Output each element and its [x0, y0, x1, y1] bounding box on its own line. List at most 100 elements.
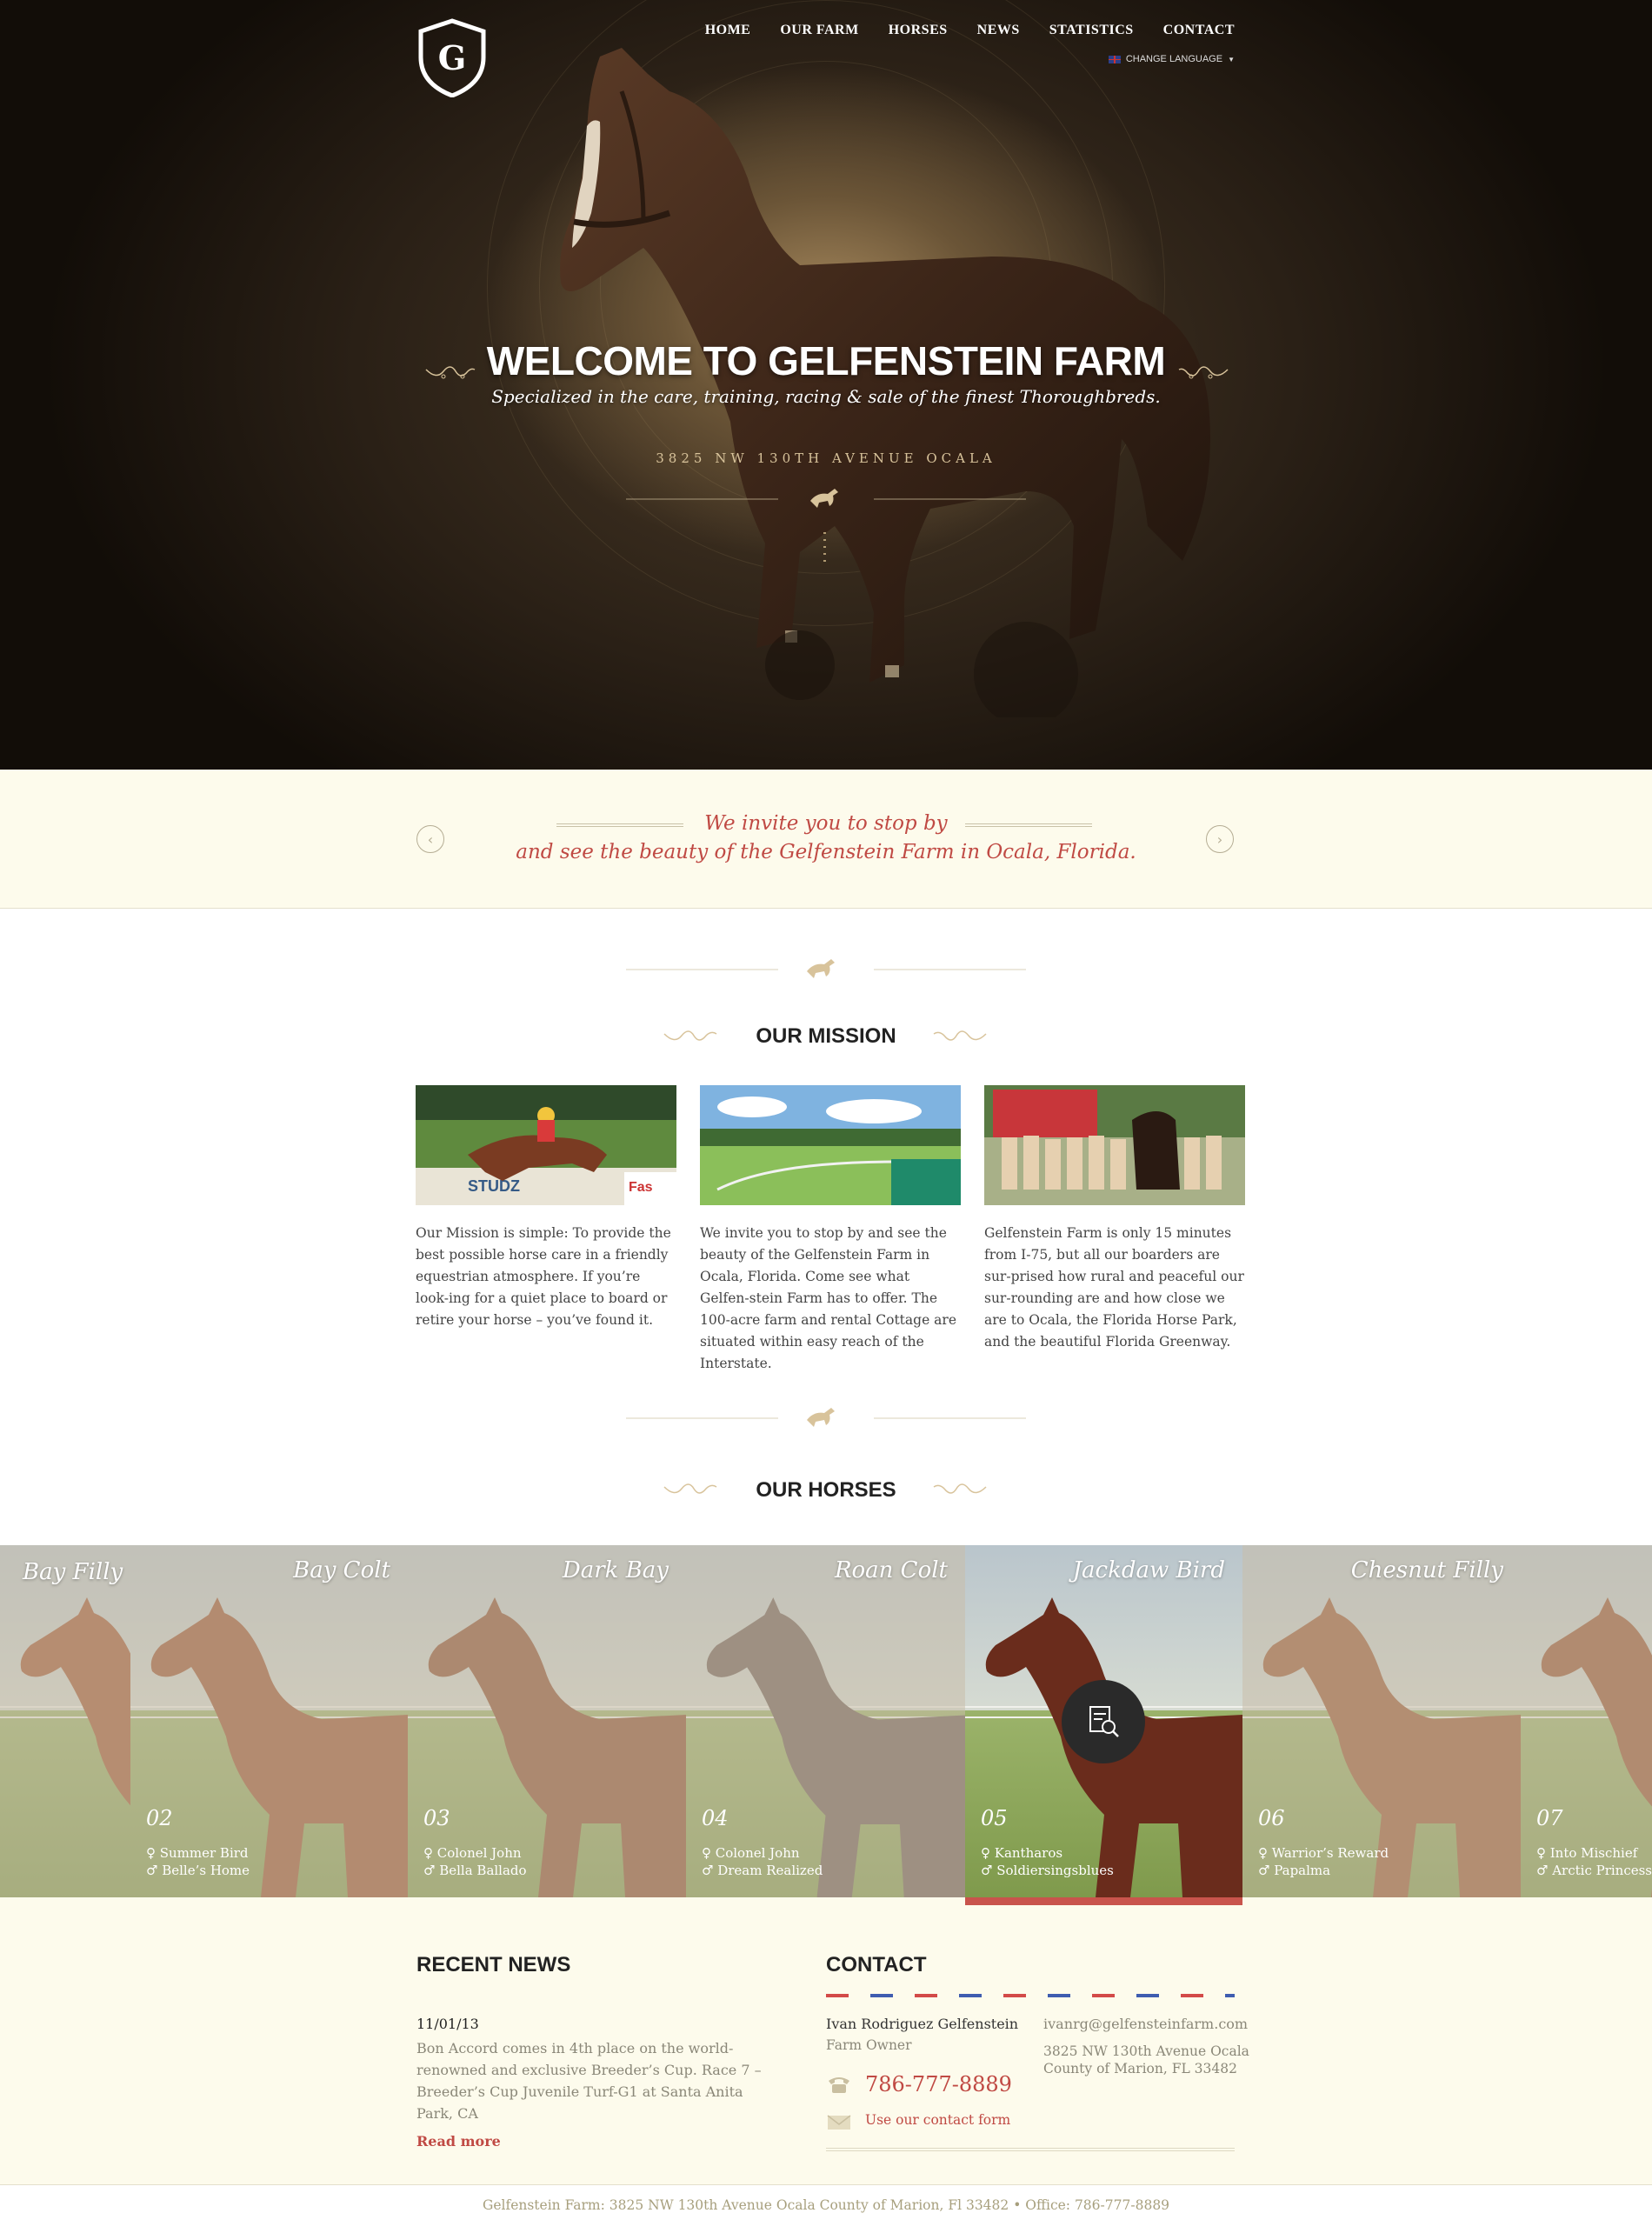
view-horse-button[interactable] [1062, 1680, 1145, 1763]
hero: G HOME OUR FARM HORSES NEWS STATISTICS C… [0, 0, 1652, 770]
horse-divider-icon [626, 489, 1026, 508]
horse-pedigree: ♀ Colonel John ♂ Dream Realized [702, 1844, 823, 1879]
contact-email[interactable]: ivanrg@gelfensteinfarm.com [1043, 2016, 1248, 2032]
horses-carousel: Bay Filly Bay Colt 02 ♀ Summer Bird ♂ Belle’… [0, 1545, 1652, 1897]
main-menu: HOME OUR FARM HORSES NEWS STATISTICS CON… [705, 23, 1235, 38]
horse-card[interactable]: Roan Colt 04 ♀ Colonel John ♂ Dream Realize… [686, 1545, 965, 1897]
horse-sire: ♀ Kantharos [981, 1845, 1063, 1861]
horse-dam: ♂ Belle’s Home [146, 1863, 250, 1878]
horse-card[interactable]: Dark Bay 03 ♀ Colonel John ♂ Bella Ballado [408, 1545, 686, 1897]
quote-line-1: We invite you to stop by [704, 812, 948, 835]
horse-number: 06 [1258, 1806, 1285, 1830]
mission-heading: OUR MISSION [0, 1024, 1652, 1049]
phone-icon [829, 2077, 849, 2093]
horse-name: Chesnut Filly [1350, 1557, 1503, 1583]
contact-address-line-2: County of Marion, FL 33482 [1043, 2061, 1237, 2076]
horse-name: Roan Colt [834, 1557, 948, 1583]
horse-sire: ♀ Warrior’s Reward [1258, 1845, 1389, 1861]
recent-news-title: RECENT NEWS [416, 1953, 571, 1976]
horse-sire: ♀ Into Mischief [1536, 1845, 1638, 1861]
envelope-icon [827, 2115, 851, 2130]
contact-address: 3825 NW 130th Avenue Ocala County of Mar… [1043, 2043, 1252, 2077]
horse-dam: ♂ Arctic Princess [1536, 1863, 1652, 1878]
nav-home[interactable]: HOME [705, 23, 751, 38]
mission-title: OUR MISSION [756, 1024, 896, 1048]
horse-name: Bay Colt [293, 1557, 390, 1583]
horse-name: Bay Filly [23, 1559, 123, 1585]
horse-card[interactable]: Bay Colt 02 ♀ Summer Bird ♂ Belle’s Home [130, 1545, 408, 1897]
contact-form-link[interactable]: Use our contact form [865, 2112, 1010, 2128]
read-more-link[interactable]: Read more [416, 2133, 501, 2150]
horse-sire: ♀ Summer Bird [146, 1845, 249, 1861]
mission-text-3: Gelfenstein Farm is only 15 minutes from… [984, 1225, 1244, 1350]
horse-pedigree: ♀ Warrior’s Reward ♂ Papalma [1258, 1844, 1389, 1879]
hero-subtitle: Specialized in the care, training, racin… [491, 386, 1161, 407]
document-search-icon [1089, 1706, 1119, 1737]
horse-dam: ♂ Bella Ballado [423, 1863, 527, 1878]
horse-sire: ♀ Colonel John [702, 1845, 800, 1861]
contact-phone[interactable]: 786-777-8889 [865, 2072, 1012, 2096]
quote-text: We invite you to stop by and see the bea… [0, 810, 1652, 867]
mission-text-2: We invite you to stop by and see the bea… [700, 1225, 956, 1371]
contact-role: Farm Owner [826, 2037, 912, 2053]
contact-address-line-1: 3825 NW 130th Avenue Ocala [1043, 2043, 1249, 2059]
top-navigation: G HOME OUR FARM HORSES NEWS STATISTICS C… [0, 0, 1652, 97]
hero-address: 3825 NW 130TH AVENUE OCALA [656, 450, 996, 466]
footer: Gelfenstein Farm: 3825 NW 130th Avenue O… [0, 2184, 1652, 2233]
horse-pedigree: ♀ Colonel John ♂ Bella Ballado [423, 1844, 527, 1879]
horse-number: 05 [981, 1806, 1008, 1830]
horse-divider-icon [626, 959, 1026, 978]
mission-column-1: STUDZ Fas Our Mission is simple: To prov… [416, 1085, 676, 1375]
horse-dam: ♂ Papalma [1258, 1863, 1331, 1878]
news-body: Bon Accord comes in 4th place on the wor… [416, 2040, 762, 2122]
scroll-indicator [823, 532, 826, 567]
winners-circle-photo [984, 1085, 1245, 1205]
horse-number: 07 [1536, 1806, 1563, 1830]
nav-our-farm[interactable]: OUR FARM [780, 23, 858, 38]
mission-text-1: Our Mission is simple: To provide the be… [416, 1225, 671, 1328]
horse-name: Dark Bay [562, 1557, 669, 1583]
horse-sire: ♀ Colonel John [423, 1845, 522, 1861]
change-language-dropdown[interactable]: CHANGE LANGUAGE ▼ [1108, 54, 1235, 64]
svg-text:G: G [438, 38, 466, 77]
horse-divider-icon [626, 1408, 1026, 1427]
contact-title: CONTACT [826, 1953, 927, 1976]
svg-text:Fas: Fas [629, 1180, 653, 1195]
mission-columns: STUDZ Fas Our Mission is simple: To prov… [416, 1085, 1245, 1375]
hero-title: WELCOME TO GELFENSTEIN FARM [486, 338, 1166, 383]
mission-column-3: Gelfenstein Farm is only 15 minutes from… [984, 1085, 1245, 1375]
horse-card-overlay [0, 1545, 130, 1897]
news-date: 11/01/13 [416, 2016, 479, 2032]
change-language-label: CHANGE LANGUAGE [1125, 54, 1223, 64]
nav-news[interactable]: NEWS [977, 23, 1020, 38]
gelfenstein-logo-icon[interactable]: G [416, 17, 489, 97]
quote-line-2: and see the beauty of the Gelfenstein Fa… [516, 841, 1136, 863]
racing-photo: STUDZ Fas [416, 1085, 676, 1205]
horse-number: 04 [702, 1806, 729, 1830]
horse-dam: ♂ Dream Realized [702, 1863, 823, 1878]
horses-heading: OUR HORSES [0, 1478, 1652, 1503]
horse-card[interactable]: Chesnut Filly 06 ♀ Warrior’s Reward ♂ Papal… [1242, 1545, 1521, 1897]
horse-pedigree: ♀ Kantharos ♂ Soldiersingsblues [981, 1844, 1114, 1879]
uk-flag-icon [1108, 55, 1121, 63]
nav-contact[interactable]: CONTACT [1163, 23, 1235, 38]
horse-number: 02 [146, 1806, 173, 1830]
svg-text:STUDZ: STUDZ [468, 1177, 520, 1195]
horse-card[interactable]: 07 ♀ Into Mischief ♂ Arctic Princess [1521, 1545, 1652, 1897]
horse-number: 03 [423, 1806, 450, 1830]
horse-dam: ♂ Soldiersingsblues [981, 1863, 1114, 1878]
horses-title: OUR HORSES [756, 1478, 896, 1502]
horse-card[interactable]: Bay Filly [0, 1545, 130, 1897]
footer-text: Gelfenstein Farm: 3825 NW 130th Avenue O… [482, 2197, 1170, 2213]
caret-down-icon: ▼ [1228, 55, 1235, 63]
horse-pedigree: ♀ Into Mischief ♂ Arctic Princess [1536, 1844, 1652, 1879]
horse-name: Jackdaw Bird [1072, 1557, 1225, 1583]
quote-slider: ‹ › We invite you to stop by and see the… [0, 770, 1652, 909]
farm-photo [700, 1085, 962, 1205]
contact-rule [826, 2148, 1235, 2151]
horse-pedigree: ♀ Summer Bird ♂ Belle’s Home [146, 1844, 250, 1879]
nav-horses[interactable]: HORSES [889, 23, 948, 38]
mission-column-2: We invite you to stop by and see the bea… [700, 1085, 962, 1375]
nav-statistics[interactable]: STATISTICS [1049, 23, 1134, 38]
active-horse-indicator [965, 1897, 1242, 1905]
